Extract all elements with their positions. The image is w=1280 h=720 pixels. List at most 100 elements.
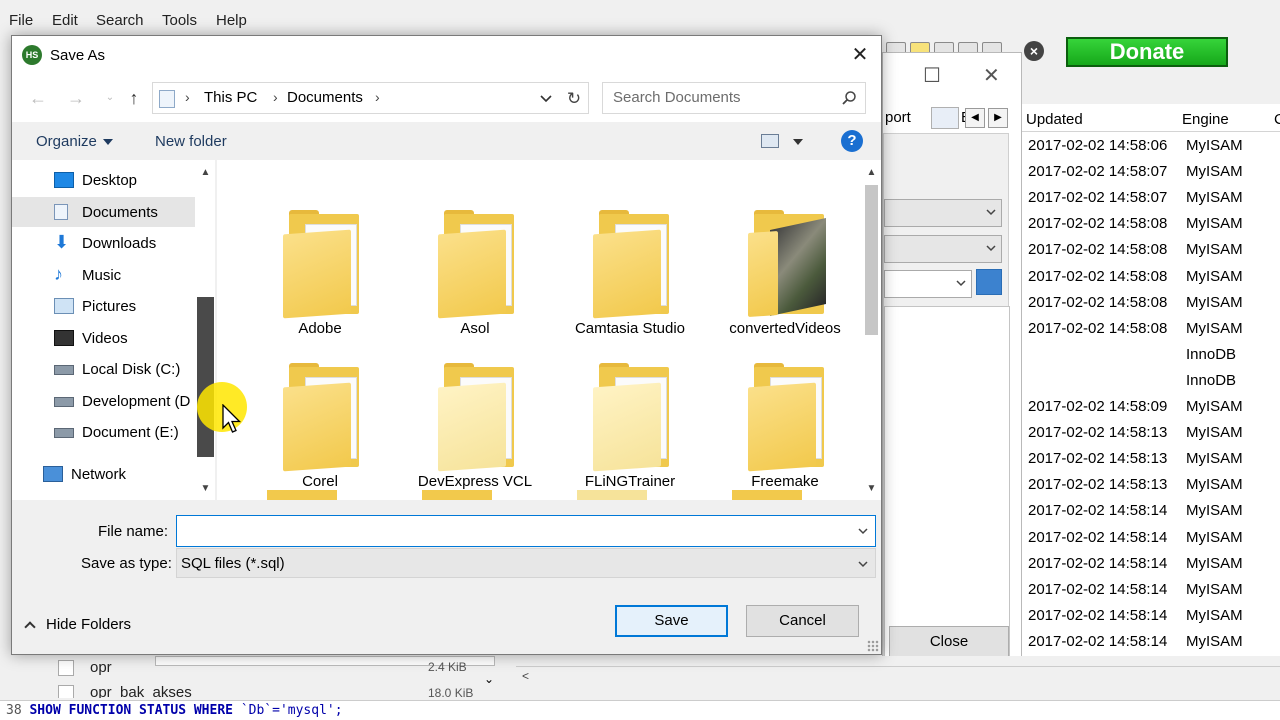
folder-item[interactable]: Freemake: [710, 347, 860, 497]
table-row[interactable]: 2017-02-02 14:58:14 MyISAM: [1022, 577, 1280, 603]
table-row[interactable]: 2017-02-02 14:58:14 MyISAM: [1022, 551, 1280, 577]
donate-button[interactable]: Donate: [1066, 37, 1228, 67]
folder-item[interactable]: Asol: [400, 194, 550, 344]
scroll-up-icon[interactable]: ▲: [863, 164, 880, 181]
table-row[interactable]: 2017-02-02 14:58:13 MyISAM: [1022, 446, 1280, 472]
breadcrumb-chevron-icon[interactable]: ›: [375, 89, 380, 105]
tree-item[interactable]: opr_bak_akses: [58, 684, 192, 698]
table-row[interactable]: 2017-02-02 14:58:14 MyISAM: [1022, 525, 1280, 551]
background-combo[interactable]: [884, 235, 1002, 263]
sidebar-item-pictures[interactable]: Pictures: [12, 291, 195, 321]
table-row[interactable]: 2017-02-02 14:58:09 MyISAM: [1022, 394, 1280, 420]
refresh-icon[interactable]: ↻: [563, 88, 585, 110]
maximize-icon[interactable]: ☐: [923, 63, 941, 88]
menu-tools[interactable]: Tools: [162, 12, 197, 29]
table-row[interactable]: 2017-02-02 14:58:08 MyISAM: [1022, 211, 1280, 237]
sidebar-item-desktop[interactable]: Desktop: [12, 165, 195, 195]
folder-item[interactable]: Adobe: [245, 194, 395, 344]
close-icon[interactable]: ✕: [983, 63, 1000, 88]
chevron-down-icon[interactable]: [857, 558, 869, 570]
horizontal-scrollbar[interactable]: <: [516, 666, 1280, 688]
table-row[interactable]: 2017-02-02 14:58:08 MyISAM: [1022, 237, 1280, 263]
table-row[interactable]: 2017-02-02 14:58:08 MyISAM: [1022, 264, 1280, 290]
menu-search[interactable]: Search: [96, 12, 144, 29]
table-row[interactable]: 2017-02-02 14:58:13 MyISAM: [1022, 420, 1280, 446]
table-row[interactable]: 2017-02-02 14:58:07 MyISAM: [1022, 185, 1280, 211]
sidebar-item-network[interactable]: Network: [12, 459, 195, 489]
scroll-left-icon[interactable]: <: [522, 669, 529, 683]
breadcrumb-chevron-icon[interactable]: ›: [185, 89, 190, 105]
tab-scroll-right-icon[interactable]: ▶: [988, 108, 1008, 128]
folder-item[interactable]: Camtasia Studio: [555, 194, 705, 344]
navigation-scrollbar[interactable]: ▲ ▼: [196, 160, 215, 500]
scrollbar-thumb[interactable]: [197, 297, 214, 457]
file-name-combo[interactable]: [176, 515, 876, 547]
scroll-down-icon[interactable]: ▼: [863, 480, 880, 497]
cancel-button[interactable]: Cancel: [746, 605, 859, 637]
sidebar-item-development-d[interactable]: Development (D: [12, 386, 195, 416]
column-header-updated[interactable]: Updated: [1026, 111, 1083, 128]
menu-file[interactable]: File: [9, 12, 33, 29]
breadcrumb-this-pc[interactable]: This PC: [204, 89, 257, 106]
table-row[interactable]: 2017-02-02 14:58:14 MyISAM: [1022, 629, 1280, 655]
address-bar[interactable]: › This PC › Documents › ↻: [152, 82, 589, 114]
save-button[interactable]: Save: [615, 605, 728, 637]
forward-arrow-icon[interactable]: →: [64, 86, 88, 110]
tab-icon[interactable]: [931, 107, 959, 129]
sidebar-item-local-disk-c[interactable]: Local Disk (C:): [12, 354, 195, 384]
view-options-caret-icon[interactable]: [793, 139, 803, 145]
table-row[interactable]: InnoDB: [1022, 368, 1280, 394]
table-row[interactable]: InnoDB: [1022, 342, 1280, 368]
table-row[interactable]: 2017-02-02 14:58:14 MyISAM: [1022, 603, 1280, 629]
table-row[interactable]: 2017-02-02 14:58:08 MyISAM: [1022, 316, 1280, 342]
folder-item[interactable]: Corel: [245, 347, 395, 497]
scroll-down-icon[interactable]: ▼: [197, 480, 214, 497]
close-circle-icon[interactable]: ×: [1024, 41, 1044, 61]
up-arrow-icon[interactable]: ↑: [122, 86, 146, 110]
table-row[interactable]: 2017-02-02 14:58:07 MyISAM: [1022, 159, 1280, 185]
tree-item[interactable]: opr: [58, 659, 112, 677]
folder-item[interactable]: FLiNGTrainer: [555, 347, 705, 497]
folder-item[interactable]: convertedVideos: [710, 194, 860, 344]
save-icon[interactable]: [976, 269, 1002, 295]
file-name-input[interactable]: [183, 521, 843, 541]
scrollbar-thumb[interactable]: [865, 185, 878, 335]
table-row[interactable]: 2017-02-02 14:58:08 MyISAM: [1022, 290, 1280, 316]
sidebar-item-downloads[interactable]: ⬇ Downloads: [12, 228, 195, 258]
sidebar-item-document-e[interactable]: Document (E:): [12, 417, 195, 447]
search-icon[interactable]: [841, 90, 857, 106]
tab-scroll-left-icon[interactable]: ◀: [965, 108, 985, 128]
close-button[interactable]: ✕: [842, 40, 878, 70]
table-row[interactable]: 2017-02-02 14:58:06 MyISAM: [1022, 133, 1280, 159]
back-arrow-icon[interactable]: ←: [26, 86, 50, 110]
search-input[interactable]: [613, 89, 833, 106]
sidebar-item-videos[interactable]: Videos: [12, 323, 195, 353]
organize-button[interactable]: Organize: [36, 133, 113, 150]
menu-edit[interactable]: Edit: [52, 12, 78, 29]
change-view-icon[interactable]: [761, 134, 779, 148]
save-as-type-select[interactable]: SQL files (*.sql): [176, 548, 876, 578]
table-row[interactable]: 2017-02-02 14:58:13 MyISAM: [1022, 472, 1280, 498]
chevron-down-icon[interactable]: [857, 525, 869, 537]
resize-grip[interactable]: [867, 640, 879, 652]
folder-item[interactable]: DevExpress VCL: [400, 347, 550, 497]
menu-help[interactable]: Help: [216, 12, 247, 29]
file-list-scrollbar[interactable]: ▲ ▼: [862, 160, 881, 500]
background-combo[interactable]: [884, 270, 972, 298]
sidebar-item-music[interactable]: ♪ Music: [12, 260, 195, 290]
breadcrumb-chevron-icon[interactable]: ›: [273, 89, 278, 105]
address-dropdown-chevron-icon[interactable]: [538, 90, 554, 106]
chevron-down-icon[interactable]: ⌄: [484, 672, 494, 686]
hide-folders-button[interactable]: Hide Folders: [24, 616, 131, 633]
background-combo[interactable]: [884, 199, 1002, 227]
breadcrumb-documents[interactable]: Documents: [287, 89, 363, 106]
column-header-engine[interactable]: Engine: [1182, 111, 1229, 128]
scroll-up-icon[interactable]: ▲: [197, 164, 214, 181]
background-close-button[interactable]: Close: [889, 626, 1009, 658]
search-box[interactable]: [602, 82, 866, 114]
column-header-partial[interactable]: C: [1274, 111, 1280, 128]
sidebar-item-documents[interactable]: Documents: [12, 196, 195, 227]
help-icon[interactable]: ?: [841, 130, 863, 152]
recent-locations-chevron-icon[interactable]: ⌄: [98, 86, 122, 110]
new-folder-button[interactable]: New folder: [155, 133, 227, 150]
